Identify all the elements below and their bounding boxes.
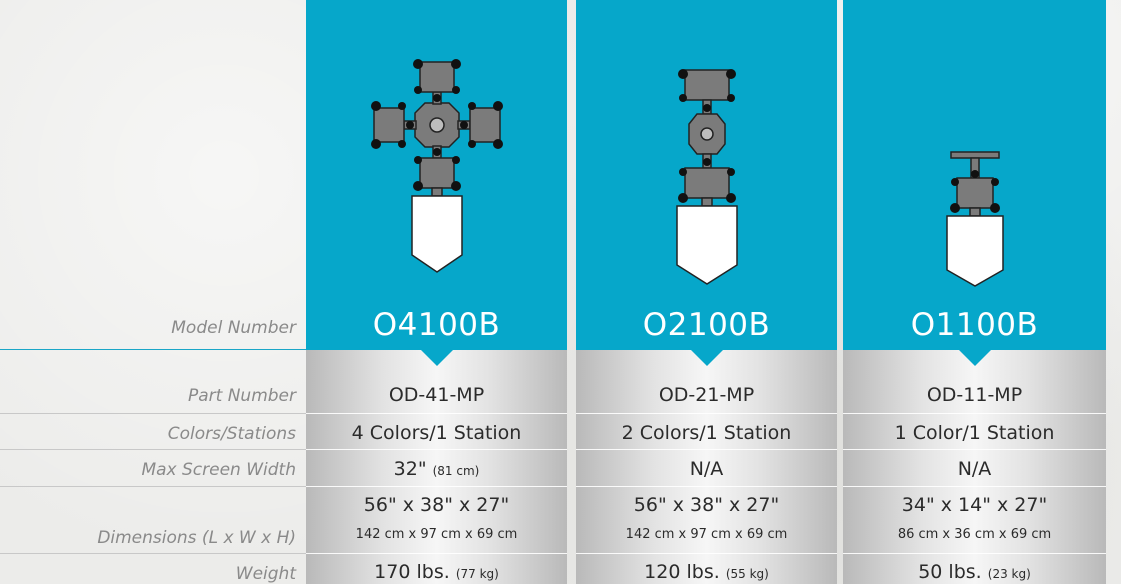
row-divider [0, 449, 306, 450]
row-divider [576, 449, 837, 450]
max-screen-width: N/A [689, 458, 724, 480]
label-weight: Weight [235, 564, 296, 584]
label-part-number: Part Number [187, 386, 296, 406]
row-divider [0, 553, 306, 554]
weight: 120 lbs. (55 kg) [644, 561, 769, 583]
product-column-o4100b: O4100B OD-41-MP 4 Colors/1 Station 32" (… [306, 0, 567, 584]
row-divider [0, 413, 306, 414]
weight: 50 lbs. (23 kg) [918, 561, 1031, 583]
label-max-screen-width: Max Screen Width [141, 460, 296, 480]
colors-stations: 1 Color/1 Station [894, 422, 1055, 444]
label-dimensions: Dimensions (L x W x H) [97, 528, 296, 548]
row-divider [306, 449, 567, 450]
part-number: OD-11-MP [926, 384, 1023, 406]
max-screen-width: 32" (81 cm) [393, 458, 480, 480]
header-notch [689, 349, 724, 366]
label-model-number: Model Number [171, 318, 296, 338]
header-notch [957, 349, 992, 366]
row-divider [843, 449, 1106, 450]
dimensions-metric: 142 cm x 97 cm x 69 cm [625, 527, 788, 542]
row-divider [306, 486, 567, 487]
model-number: O4100B [372, 307, 501, 343]
dimensions-imperial: 56" x 38" x 27" [633, 494, 780, 516]
row-divider [0, 486, 306, 487]
model-number: O2100B [642, 307, 771, 343]
one-color-press-icon [843, 50, 1106, 290]
row-divider [843, 413, 1106, 414]
dimensions-metric: 86 cm x 36 cm x 69 cm [897, 527, 1052, 542]
weight: 170 lbs. (77 kg) [374, 561, 499, 583]
part-number: OD-21-MP [658, 384, 755, 406]
product-column-o2100b: O2100B OD-21-MP 2 Colors/1 Station N/A 5… [576, 0, 837, 584]
row-divider [306, 413, 567, 414]
row-divider [576, 486, 837, 487]
row-divider [306, 553, 567, 554]
row-divider [576, 553, 837, 554]
dimensions-metric: 142 cm x 97 cm x 69 cm [355, 527, 518, 542]
part-number: OD-41-MP [388, 384, 485, 406]
four-color-press-icon [306, 50, 567, 290]
row-divider [576, 413, 837, 414]
model-divider [0, 349, 306, 350]
label-colors-stations: Colors/Stations [167, 424, 296, 444]
colors-stations: 2 Colors/1 Station [621, 422, 792, 444]
max-screen-width: N/A [957, 458, 992, 480]
header-notch [419, 349, 454, 366]
row-divider [843, 486, 1106, 487]
dimensions-imperial: 34" x 14" x 27" [901, 494, 1048, 516]
row-divider [843, 553, 1106, 554]
product-column-o1100b: O1100B OD-11-MP 1 Color/1 Station N/A 34… [843, 0, 1106, 584]
colors-stations: 4 Colors/1 Station [351, 422, 522, 444]
two-color-press-icon [576, 50, 837, 290]
model-number: O1100B [910, 307, 1039, 343]
dimensions-imperial: 56" x 38" x 27" [363, 494, 510, 516]
